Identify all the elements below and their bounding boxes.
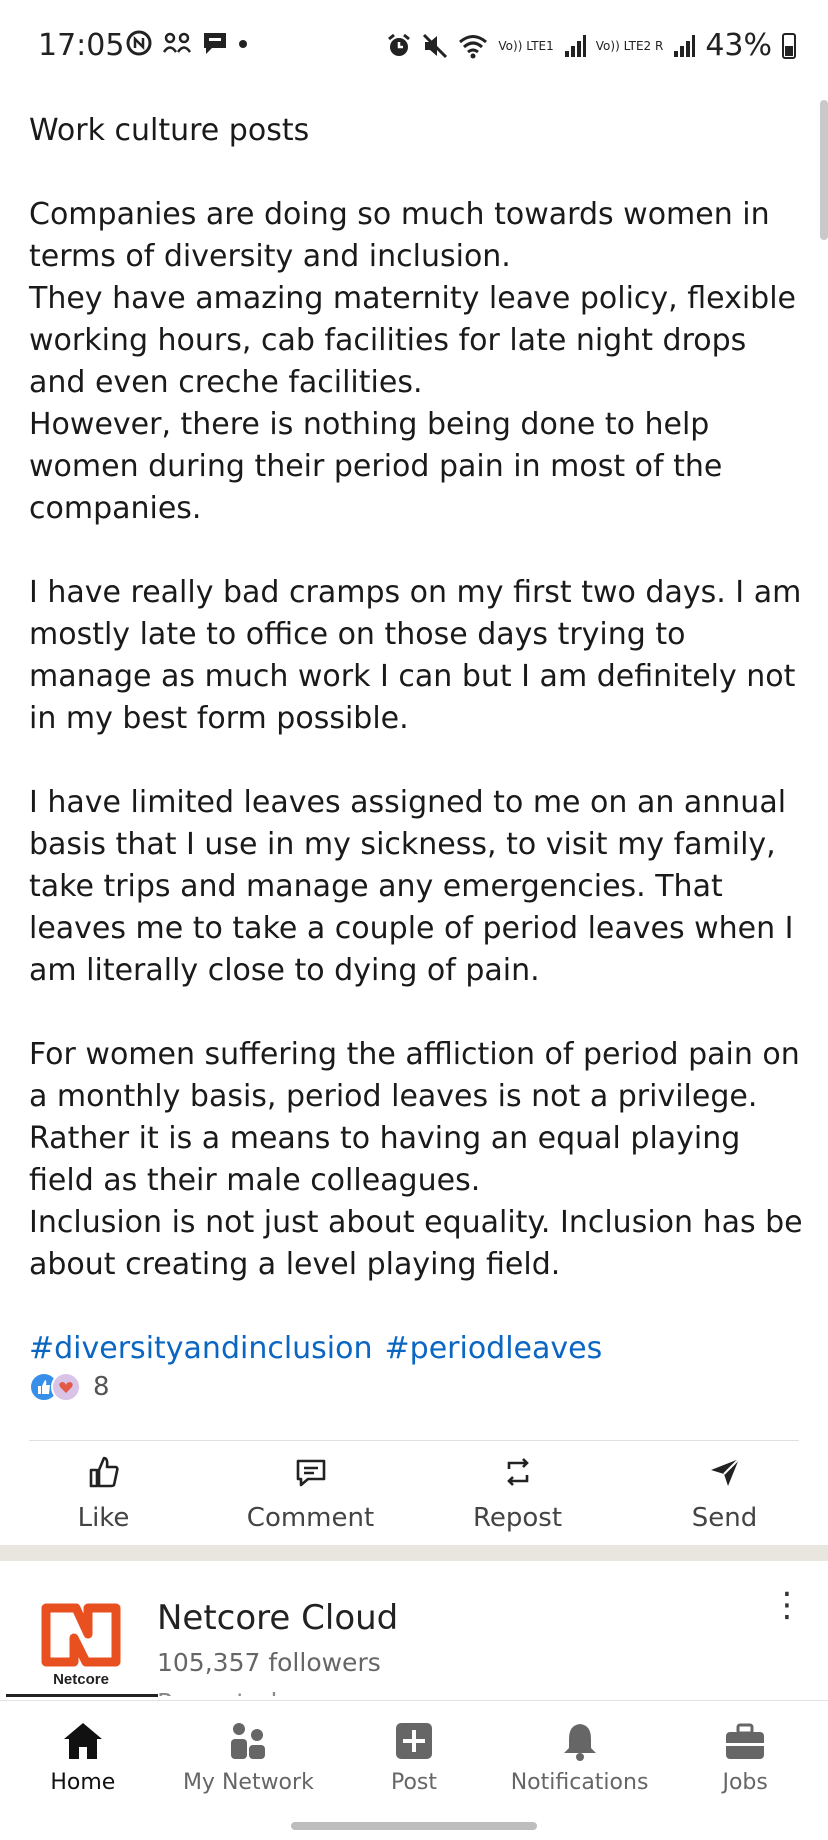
like-button[interactable]: Like xyxy=(14,1455,194,1533)
home-icon xyxy=(62,1718,104,1764)
post-paragraph: I have limited leaves assigned to me on … xyxy=(29,785,794,988)
battery-percent: 43% xyxy=(705,28,772,63)
nav-jobs-label: Jobs xyxy=(722,1769,768,1795)
repost-label: Repost xyxy=(472,1503,563,1533)
nav-jobs[interactable]: Jobs xyxy=(663,1701,828,1811)
nav-my-network[interactable]: My Network xyxy=(166,1701,331,1811)
wifi-icon xyxy=(459,34,488,58)
send-button[interactable]: Send xyxy=(635,1455,815,1533)
status-time: 17:05 xyxy=(38,28,125,63)
comment-button[interactable]: Comment xyxy=(221,1455,401,1533)
hashtag-link[interactable]: #diversityandinclusion xyxy=(29,1328,373,1370)
signal-icon xyxy=(564,34,586,57)
more-options-icon[interactable]: ⋮ xyxy=(770,1588,804,1622)
alarm-icon xyxy=(388,33,411,56)
company-logo[interactable]: Netcore xyxy=(36,1600,126,1690)
hashtag-link[interactable]: #periodleaves xyxy=(385,1328,603,1370)
post-icon xyxy=(394,1718,434,1764)
battery-icon xyxy=(782,32,796,59)
post-body: Work culture posts Companies are doing s… xyxy=(29,110,809,1370)
status-bar: 17:05 Vo)) LTE1 Vo)) LTE2 R 43% xyxy=(0,0,828,90)
company-subtitle: Promoted xyxy=(157,1688,277,1696)
repost-icon xyxy=(501,1455,535,1495)
media-progress-line xyxy=(6,1694,158,1697)
reactions-summary[interactable]: 8 xyxy=(29,1372,110,1402)
status-system-icons: Vo)) LTE1 Vo)) LTE2 R 43% xyxy=(386,28,796,63)
group-notification-icon xyxy=(162,32,192,53)
post-paragraph: I have really bad cramps on my first two… xyxy=(29,575,802,736)
scrollbar-thumb[interactable] xyxy=(820,100,828,240)
dot-icon xyxy=(239,40,247,48)
bell-icon xyxy=(560,1718,600,1764)
briefcase-icon xyxy=(724,1718,766,1764)
nav-post[interactable]: Post xyxy=(331,1701,496,1811)
status-notification-icons xyxy=(126,30,248,56)
reaction-count: 8 xyxy=(93,1372,110,1402)
divider xyxy=(29,1440,799,1441)
message-notification-icon xyxy=(204,33,226,54)
nav-notifications[interactable]: Notifications xyxy=(497,1701,662,1811)
signal-icon-2 xyxy=(674,34,696,57)
post-action-bar: Like Comment Repost Send xyxy=(0,1455,828,1533)
nav-network-label: My Network xyxy=(182,1769,314,1795)
bottom-navigation: Home My Network Post Notifications Jobs xyxy=(0,1700,828,1811)
nav-home-label: Home xyxy=(50,1769,116,1795)
company-followers: 105,357 followers xyxy=(157,1648,381,1677)
app-notification-icon xyxy=(126,30,152,56)
nav-post-label: Post xyxy=(390,1769,437,1795)
post-paragraph: Companies are doing so much towards wome… xyxy=(29,197,796,526)
sim2-label: Vo)) LTE2 R xyxy=(595,38,664,53)
sim1-label: Vo)) LTE1 xyxy=(498,38,554,53)
nav-notifications-label: Notifications xyxy=(510,1769,649,1795)
comment-icon xyxy=(294,1455,328,1495)
post-paragraph: For women suffering the affliction of pe… xyxy=(29,1037,803,1282)
send-label: Send xyxy=(691,1503,758,1533)
netcore-logo-icon: Netcore xyxy=(41,1603,121,1688)
nav-home[interactable]: Home xyxy=(0,1701,165,1811)
like-icon xyxy=(87,1455,121,1495)
hashtag-list: #diversityandinclusion #periodleaves xyxy=(29,1328,809,1370)
home-indicator[interactable] xyxy=(291,1822,537,1830)
repost-button[interactable]: Repost xyxy=(428,1455,608,1533)
post-title: Work culture posts xyxy=(29,113,310,148)
like-label: Like xyxy=(77,1503,130,1533)
logo-text: Netcore xyxy=(53,1671,109,1688)
company-name[interactable]: Netcore Cloud xyxy=(157,1598,398,1638)
mute-icon xyxy=(423,33,448,58)
love-reaction-icon xyxy=(51,1372,81,1402)
network-icon xyxy=(227,1718,269,1764)
send-icon xyxy=(708,1455,742,1495)
feed-separator xyxy=(0,1545,828,1561)
comment-label: Comment xyxy=(246,1503,375,1533)
